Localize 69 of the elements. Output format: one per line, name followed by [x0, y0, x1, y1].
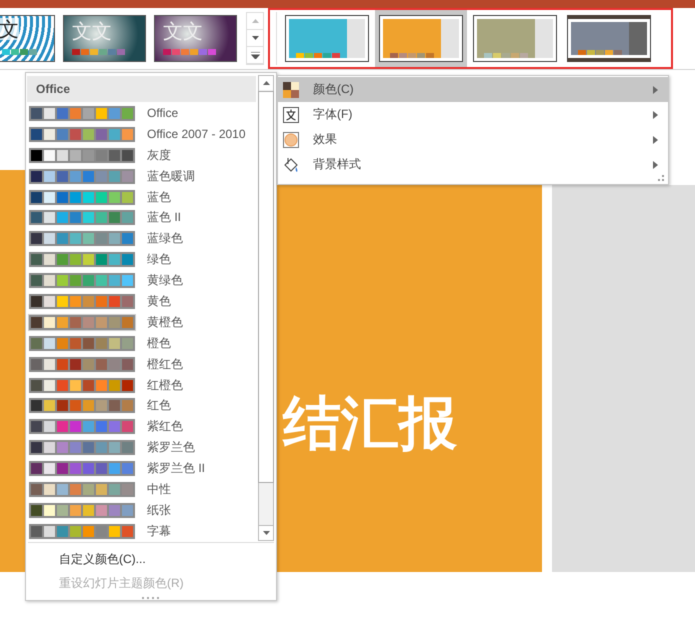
font-icon [283, 106, 299, 122]
scroll-thumb[interactable] [258, 91, 274, 483]
palette-item[interactable]: 字幕 [26, 520, 258, 542]
palette-item[interactable]: Office 2007 - 2010 [26, 124, 258, 145]
palette-name: 蓝色 II [147, 209, 182, 226]
palette-item[interactable]: 蓝色 II [26, 207, 258, 228]
submenu-arrow-icon [653, 136, 658, 144]
palette-name: 字幕 [147, 522, 171, 540]
palette-item[interactable]: 红色 [26, 395, 258, 416]
palette-item[interactable]: 绿色 [26, 249, 258, 270]
palette-name: 紫红色 [147, 418, 183, 436]
palette-name: 纸张 [147, 502, 171, 519]
palette-item[interactable]: 灰度 [26, 144, 258, 166]
palette-item[interactable]: 橙色 [26, 332, 258, 354]
scrollbar[interactable] [258, 75, 274, 541]
palette-name: 紫罗兰色 II [147, 460, 206, 478]
slide-title: 结汇报 [283, 388, 457, 459]
palette-item[interactable]: 纸张 [26, 500, 258, 521]
palette-name: 蓝色 [147, 188, 171, 206]
menu-item[interactable]: 颜色(C) [278, 77, 668, 102]
palette-item[interactable]: 橙红色 [26, 354, 258, 375]
resize-grip-icon[interactable] [658, 175, 664, 181]
paint-bucket-icon [283, 156, 299, 172]
palette-item[interactable]: 紫罗兰色 [26, 437, 258, 458]
palette-name: 橙红色 [147, 356, 183, 373]
palette-name: 黄橙色 [147, 314, 183, 331]
palette-name: 红色 [147, 397, 171, 414]
scroll-down-icon[interactable] [259, 525, 273, 540]
palette-item[interactable]: 黄绿色 [26, 270, 258, 292]
submenu-arrow-icon [653, 86, 658, 94]
palette-item[interactable]: 中性 [26, 479, 258, 500]
submenu-arrow-icon [653, 160, 658, 168]
palette-item[interactable]: 紫红色 [26, 416, 258, 438]
palette-name: 黄色 [147, 292, 171, 310]
scroll-up-icon[interactable] [259, 76, 273, 90]
palette-name: 紫罗兰色 [147, 439, 195, 456]
palette-item[interactable]: 红橙色 [26, 374, 258, 396]
menu-item[interactable]: 背景样式 [278, 152, 668, 177]
menu-item[interactable]: 自定义颜色(C)... [28, 547, 274, 571]
palette-item[interactable]: 紫罗兰色 II [26, 458, 258, 480]
color-palette-icon [283, 82, 299, 98]
theme-sample-text: 文文 [72, 18, 112, 45]
palette-name: 中性 [147, 480, 171, 498]
palette-item[interactable]: 黄橙色 [26, 312, 258, 333]
menu-item[interactable]: 字体(F) [278, 102, 668, 127]
palette-item[interactable]: Office [26, 103, 258, 124]
down-arrow-icon [252, 36, 258, 40]
palette-name: 黄绿色 [147, 272, 183, 290]
palette-name: Office 2007 - 2010 [147, 127, 246, 142]
palette-name: 绿色 [147, 251, 171, 268]
palette-name: 蓝绿色 [147, 230, 183, 248]
palette-name: 红橙色 [147, 376, 183, 394]
submenu-arrow-icon [653, 110, 658, 118]
palette-item[interactable]: 蓝色 [26, 186, 258, 208]
theme-sample-text: 文文 [163, 18, 203, 45]
palette-name: 橙色 [147, 334, 171, 352]
palette-item[interactable]: 蓝色暖调 [26, 166, 258, 187]
expand-icon [250, 52, 260, 58]
variant-thumbnail[interactable] [375, 10, 467, 67]
palette-item[interactable]: 蓝绿色 [26, 228, 258, 250]
circle-icon [283, 132, 299, 148]
palette-name: Office [147, 106, 178, 120]
menu-item[interactable]: 效果 [278, 127, 668, 152]
up-arrow-icon [252, 19, 258, 23]
resize-grip-icon[interactable] [142, 597, 160, 600]
dropdown-heading: Office [27, 76, 256, 102]
palette-name: 蓝色暖调 [147, 168, 195, 185]
palette-name: 灰度 [147, 146, 171, 164]
palette-item[interactable]: 黄色 [26, 291, 258, 312]
